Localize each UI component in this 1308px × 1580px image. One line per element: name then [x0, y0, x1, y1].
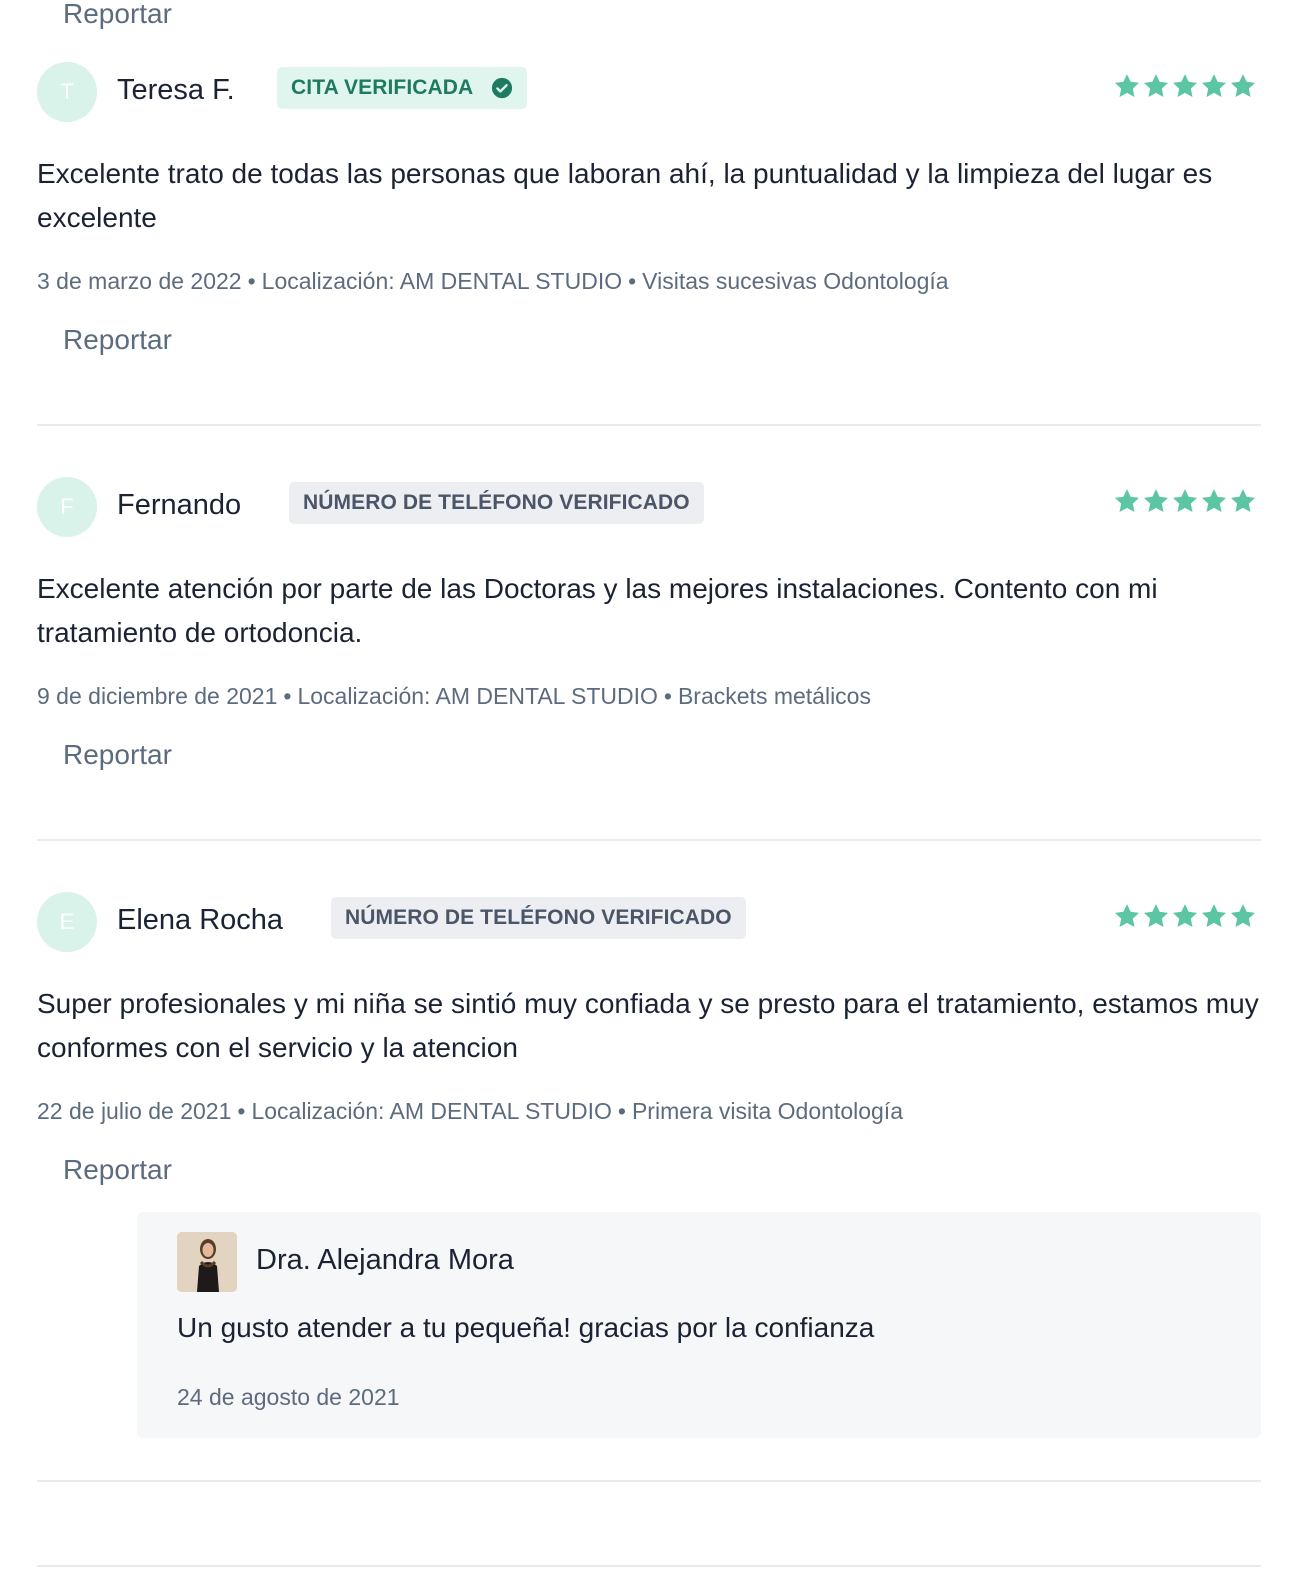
- review-date: 9 de diciembre de 2021: [37, 683, 278, 709]
- report-link[interactable]: Reportar: [63, 324, 172, 356]
- review-service: Primera visita Odontología: [631, 1098, 903, 1124]
- reply-text: Un gusto atender a tu pequeña! gracias p…: [177, 1312, 875, 1343]
- separator-dot: •: [247, 268, 256, 294]
- review-meta: 9 de diciembre de 2021 • Localización: AM …: [37, 683, 871, 710]
- review-service: Visitas sucesivas Odontología: [642, 268, 949, 294]
- report-link[interactable]: Reportar: [63, 0, 172, 30]
- avatar: E: [37, 892, 97, 952]
- verified-badge: CITA VERIFICADA: [277, 67, 528, 109]
- review-location: Localización: AM DENTAL STUDIO: [261, 268, 623, 294]
- star-icon: [1143, 904, 1169, 927]
- separator-dot: •: [617, 1098, 626, 1124]
- separator-dot: •: [237, 1098, 246, 1124]
- badge-label: NÚMERO DE TELÉFONO VERIFICADO: [303, 491, 690, 514]
- review-header: T Teresa F. CITA VERIFICADA: [37, 62, 1261, 124]
- doctor-photo-icon: [177, 1232, 237, 1292]
- review-author: Fernando: [117, 489, 242, 521]
- star-icon: [1201, 904, 1227, 927]
- doctor-avatar: [177, 1232, 237, 1292]
- star-icon: [1172, 489, 1198, 512]
- star-rating: [1113, 487, 1257, 515]
- star-icon: [1143, 489, 1169, 512]
- badge-label: NÚMERO DE TELÉFONO VERIFICADO: [345, 906, 732, 929]
- star-rating: [1113, 72, 1257, 100]
- star-icon: [1230, 904, 1256, 927]
- review-item: F Fernando NÚMERO DE TELÉFONO VERIFICADO…: [37, 477, 1261, 770]
- review-header: E Elena Rocha NÚMERO DE TELÉFONO VERIFIC…: [37, 892, 1261, 954]
- review-text: Excelente atención por parte de las Doct…: [37, 573, 1158, 648]
- divider: [37, 424, 1261, 426]
- star-icon: [1114, 74, 1140, 97]
- review-text: Excelente trato de todas las personas qu…: [37, 158, 1213, 233]
- divider: [37, 1480, 1261, 1482]
- review-text: Super profesionales y mi niña se sintió …: [37, 988, 1259, 1063]
- check-circle-icon: [492, 77, 513, 99]
- review-meta: 3 de marzo de 2022 • Localización: AM DENT…: [37, 268, 949, 295]
- star-icon: [1201, 489, 1227, 512]
- review-location: Localización: AM DENTAL STUDIO: [297, 683, 658, 709]
- report-link[interactable]: Reportar: [63, 1154, 172, 1186]
- review-date: 3 de marzo de 2022: [37, 268, 242, 294]
- review-author: Teresa F.: [117, 74, 235, 106]
- doctor-reply: Dra. Alejandra Mora Un gusto atender a t…: [137, 1212, 1261, 1438]
- reply-date: 24 de agosto de 2021: [177, 1384, 400, 1410]
- star-icon: [1230, 489, 1256, 512]
- star-icon: [1114, 904, 1140, 927]
- review-item: T Teresa F. CITA VERIFICADA Excelente tr…: [37, 62, 1261, 355]
- avatar: F: [37, 477, 97, 537]
- star-icon: [1172, 74, 1198, 97]
- divider: [37, 1565, 1261, 1567]
- review-service: Brackets metálicos: [677, 683, 871, 709]
- star-icon: [1143, 74, 1169, 97]
- star-icon: [1172, 904, 1198, 927]
- report-link[interactable]: Reportar: [63, 739, 172, 771]
- review-item: E Elena Rocha NÚMERO DE TELÉFONO VERIFIC…: [37, 892, 1261, 1185]
- review-header: F Fernando NÚMERO DE TELÉFONO VERIFICADO: [37, 477, 1261, 539]
- separator-dot: •: [663, 683, 672, 709]
- review-author: Elena Rocha: [117, 904, 284, 936]
- avatar: T: [37, 62, 97, 122]
- star-icon: [1201, 74, 1227, 97]
- separator-dot: •: [283, 683, 292, 709]
- review-date: 22 de julio de 2021: [37, 1098, 232, 1124]
- verified-badge: NÚMERO DE TELÉFONO VERIFICADO: [289, 482, 704, 524]
- star-icon: [1230, 74, 1256, 97]
- divider: [37, 839, 1261, 841]
- star-icon: [1114, 489, 1140, 512]
- doctor-name: Dra. Alejandra Mora: [256, 1244, 514, 1276]
- separator-dot: •: [628, 268, 637, 294]
- review-meta: 22 de julio de 2021 • Localización: AM DEN…: [37, 1098, 903, 1125]
- star-rating: [1113, 902, 1257, 930]
- review-location: Localización: AM DENTAL STUDIO: [251, 1098, 612, 1124]
- verified-badge: NÚMERO DE TELÉFONO VERIFICADO: [331, 897, 746, 939]
- badge-label: CITA VERIFICADA: [291, 76, 474, 99]
